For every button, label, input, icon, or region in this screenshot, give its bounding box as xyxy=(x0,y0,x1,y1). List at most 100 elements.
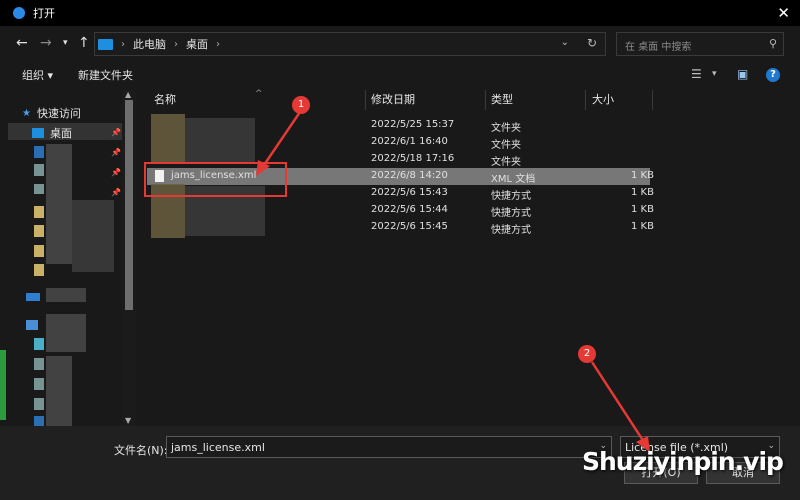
preview-pane-icon[interactable]: ▣ xyxy=(737,67,748,81)
file-type: 快捷方式 xyxy=(491,191,531,202)
filename-input[interactable]: jams_license.xml ⌄ xyxy=(166,436,612,458)
pin-icon: 📌 xyxy=(111,168,121,177)
star-icon: ★ xyxy=(22,108,31,119)
file-type: 文件夹 xyxy=(491,140,521,151)
breadcrumb-desktop[interactable]: 桌面 xyxy=(186,36,208,52)
file-type: 文件夹 xyxy=(491,157,521,168)
nav-item-desktop[interactable]: 桌面 xyxy=(32,125,72,141)
folder-icon xyxy=(34,264,44,276)
file-date: 2022/5/6 15:43 xyxy=(371,187,448,198)
redacted-nav-labels xyxy=(72,200,114,272)
scroll-up-icon[interactable]: ▲ xyxy=(125,90,131,99)
chevron-right-icon[interactable]: › xyxy=(216,39,220,50)
chevron-right-icon[interactable]: › xyxy=(121,39,125,50)
column-header-type[interactable]: 类型 xyxy=(491,88,513,112)
file-type: XML 文档 xyxy=(491,174,536,185)
view-dropdown-icon[interactable]: ▾ xyxy=(712,69,717,79)
window-title: 打开 xyxy=(33,7,55,20)
navigation-bar: ← → ▾ ↑ › 此电脑 › 桌面 › ⌄ ↻ 在 桌面 中搜索 ⚲ xyxy=(0,30,800,58)
address-bar[interactable]: › 此电脑 › 桌面 › ⌄ ↻ xyxy=(94,32,606,56)
picture-icon xyxy=(34,378,44,390)
folder-icon xyxy=(34,245,44,257)
file-list: 名称 ^ 修改日期 类型 大小 2022/5/25 15:37 文件夹 2022… xyxy=(137,88,800,426)
pin-icon: 📌 xyxy=(111,148,121,157)
search-placeholder: 在 桌面 中搜索 xyxy=(625,42,692,53)
navigation-pane: ★ 快速访问 桌面 📌 📌 📌 📌 xyxy=(0,90,136,426)
breadcrumb-this-pc[interactable]: 此电脑 xyxy=(133,36,166,52)
document-icon xyxy=(34,398,44,410)
redacted-nav-labels xyxy=(46,356,72,426)
chevron-right-icon[interactable]: › xyxy=(174,39,178,50)
column-header-size[interactable]: 大小 xyxy=(592,88,614,112)
folder-icon xyxy=(34,225,44,237)
downloads-icon xyxy=(34,416,44,426)
pin-icon: 📌 xyxy=(111,128,121,137)
file-type: 快捷方式 xyxy=(491,208,531,219)
this-pc-icon xyxy=(98,38,113,50)
filename-value: jams_license.xml xyxy=(171,441,265,454)
redacted-nav-labels xyxy=(46,144,72,264)
onedrive-icon xyxy=(26,293,40,301)
app-icon xyxy=(13,7,25,19)
file-date: 2022/5/6 15:45 xyxy=(371,221,448,232)
downloads-icon xyxy=(34,146,44,158)
scrollbar-thumb[interactable] xyxy=(125,100,133,310)
redacted-folder-icons xyxy=(151,114,185,164)
help-icon[interactable]: ? xyxy=(766,68,780,82)
pin-icon: 📌 xyxy=(111,188,121,197)
new-folder-button[interactable]: 新建文件夹 xyxy=(78,67,133,83)
scroll-down-icon[interactable]: ▼ xyxy=(125,416,131,425)
nav-scrollbar[interactable]: ▲ ▼ xyxy=(122,90,136,426)
watermark: Shuziyinpin.vip xyxy=(582,447,784,476)
redacted-nav-labels xyxy=(46,288,86,302)
annotation-badge-2: 2 xyxy=(578,345,596,363)
background-window-strip xyxy=(0,350,6,420)
redacted-nav-labels xyxy=(46,314,86,352)
search-icon: ⚲ xyxy=(768,37,777,50)
forward-arrow-icon[interactable]: → xyxy=(40,35,52,51)
folder-icon xyxy=(34,206,44,218)
file-date: 2022/5/6 15:44 xyxy=(371,204,448,215)
refresh-icon[interactable]: ↻ xyxy=(587,36,597,50)
file-type: 快捷方式 xyxy=(491,225,531,236)
up-arrow-icon[interactable]: ↑ xyxy=(78,35,90,51)
nav-item-label: 快速访问 xyxy=(36,107,81,120)
column-header-name[interactable]: 名称 xyxy=(154,88,176,112)
view-options-icon[interactable]: ☰ xyxy=(691,67,702,81)
file-size: 1 KB xyxy=(631,221,654,232)
picture-icon xyxy=(34,184,44,194)
desktop-icon xyxy=(32,128,44,138)
file-size: 1 KB xyxy=(631,187,654,198)
document-icon xyxy=(34,164,44,176)
file-date: 2022/6/1 16:40 xyxy=(371,136,448,147)
file-size: 1 KB xyxy=(631,170,654,181)
file-date: 2022/5/25 15:37 xyxy=(371,119,455,130)
redacted-file-names xyxy=(185,118,255,164)
annotation-badge-1: 1 xyxy=(292,96,310,114)
organize-menu[interactable]: 组织 ▾ xyxy=(22,67,53,83)
column-divider[interactable] xyxy=(652,90,653,110)
command-toolbar: 组织 ▾ 新建文件夹 ☰ ▾ ▣ ? xyxy=(0,62,800,88)
nav-item-quick-access[interactable]: ★ 快速访问 xyxy=(22,105,81,121)
close-icon[interactable]: ✕ xyxy=(777,4,790,22)
back-arrow-icon[interactable]: ← xyxy=(16,35,28,51)
recent-locations-chevron-icon[interactable]: ▾ xyxy=(63,38,68,48)
title-bar: 打开 ✕ xyxy=(0,0,800,26)
annotation-highlight-box xyxy=(144,162,287,197)
open-file-dialog: 打开 ✕ ← → ▾ ↑ › 此电脑 › 桌面 › ⌄ ↻ 在 桌面 中搜索 ⚲… xyxy=(0,0,800,500)
column-header-date[interactable]: 修改日期 xyxy=(371,88,415,112)
nav-item-label: 桌面 xyxy=(50,127,72,140)
file-size: 1 KB xyxy=(631,204,654,215)
filename-label: 文件名(N): xyxy=(114,444,168,457)
this-pc-icon xyxy=(26,320,38,330)
file-date: 2022/6/8 14:20 xyxy=(371,170,448,181)
sort-indicator-icon: ^ xyxy=(255,89,263,99)
column-divider[interactable] xyxy=(485,90,486,110)
video-icon xyxy=(34,358,44,370)
file-type: 文件夹 xyxy=(491,123,521,134)
column-divider[interactable] xyxy=(585,90,586,110)
address-dropdown-icon[interactable]: ⌄ xyxy=(561,37,569,48)
search-box[interactable]: 在 桌面 中搜索 ⚲ xyxy=(616,32,784,56)
column-divider[interactable] xyxy=(365,90,366,110)
3d-objects-icon xyxy=(34,338,44,350)
